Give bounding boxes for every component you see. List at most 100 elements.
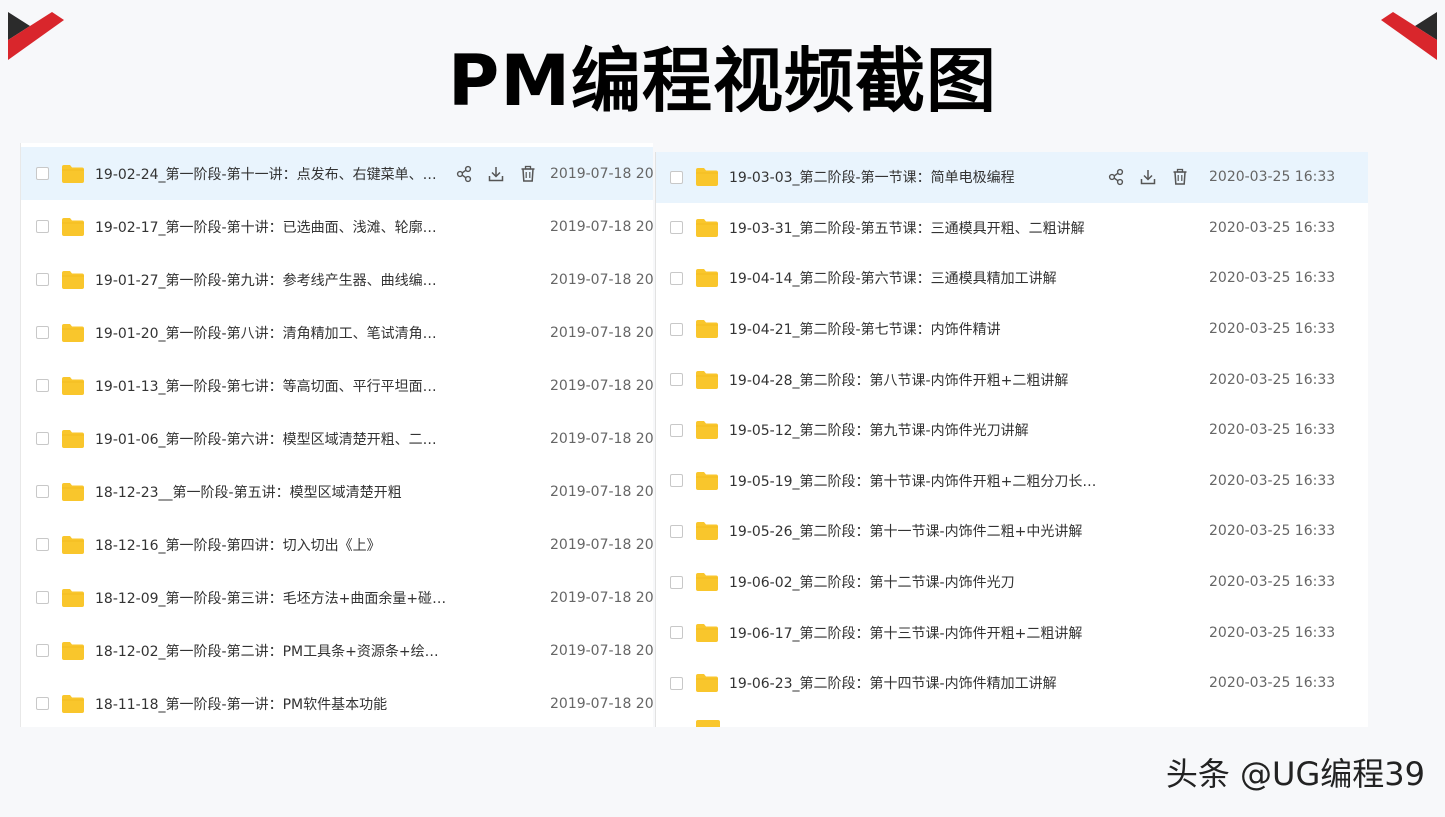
file-date: 2019-07-18 20:3 <box>550 536 653 553</box>
right-file-row[interactable]: 19-06-17_第二阶段：第十三节课-内饰件开粗+二粗讲解 2020-03-25… <box>656 607 1368 658</box>
file-date: 2020-03-25 16:33 <box>1209 169 1336 186</box>
file-name[interactable]: 18-12-09_第一阶段-第三讲：毛坯方法+曲面余量+碰撞+过切检查+刀路… <box>95 588 447 608</box>
trash-icon[interactable] <box>1171 168 1189 186</box>
row-checkbox[interactable] <box>36 644 49 657</box>
row-checkbox[interactable] <box>670 524 683 538</box>
row-checkbox[interactable] <box>670 170 683 184</box>
file-name[interactable]: 19-04-14_第二阶段-第六节课：三通模具精加工讲解 <box>729 268 1099 288</box>
right-file-row[interactable]: 19-05-26_第二阶段：第十一节课-内饰件二粗+中光讲解 2020-03-25… <box>656 506 1368 557</box>
file-name[interactable]: 18-12-16_第一阶段-第四讲：切入切出《上》 <box>95 535 447 555</box>
file-date: 2020-03-25 16:33 <box>1209 574 1336 591</box>
download-icon[interactable] <box>487 165 505 183</box>
row-checkbox[interactable] <box>670 423 683 437</box>
folder-icon <box>695 218 719 238</box>
file-date: 2020-03-25 16:33 <box>1209 371 1336 388</box>
folder-icon <box>695 521 719 541</box>
file-name[interactable]: 19-01-13_第一阶段-第七讲：等高切面、平行平坦面、偏置平坦面、曲面… <box>95 376 447 396</box>
file-name[interactable]: 19-05-26_第二阶段：第十一节课-内饰件二粗+中光讲解 <box>729 521 1099 541</box>
left-file-row[interactable]: 19-02-24_第一阶段-第十一讲：点发布、右键菜单、宏程序… 2019-07-… <box>21 147 653 200</box>
row-checkbox[interactable] <box>36 538 49 551</box>
folder-icon <box>695 268 719 288</box>
file-name[interactable]: 19-06-23_第二阶段：第十四节课-内饰件精加工讲解 <box>729 673 1099 693</box>
left-file-row[interactable]: 18-12-02_第一阶段-第二讲：PM工具条+资源条+绘图区域+状态栏 2019… <box>21 624 653 677</box>
file-name[interactable]: 18-12-02_第一阶段-第二讲：PM工具条+资源条+绘图区域+状态栏 <box>95 641 447 661</box>
folder-icon <box>61 535 85 555</box>
row-checkbox[interactable] <box>670 474 683 488</box>
row-checkbox[interactable] <box>670 676 683 690</box>
folder-icon <box>61 482 85 502</box>
file-name[interactable]: 19-03-03_第二阶段-第一节课：简单电极编程 <box>729 167 1099 187</box>
left-file-row[interactable]: 19-01-06_第一阶段-第六讲：模型区域清楚开粗、二粗之参考刀具路径+… 20… <box>21 412 653 465</box>
file-list-left: 19-02-24_第一阶段-第十一讲：点发布、右键菜单、宏程序… 2019-07-… <box>20 143 653 727</box>
file-name[interactable]: 19-01-20_第一阶段-第八讲：清角精加工、笔试清角精加工、多笔清角精… <box>95 323 447 343</box>
file-date: 2019-07-18 20:3 <box>550 589 653 606</box>
file-name[interactable]: 19-01-06_第一阶段-第六讲：模型区域清楚开粗、二粗之参考刀具路径+… <box>95 429 447 449</box>
row-checkbox[interactable] <box>670 626 683 640</box>
row-actions <box>455 165 537 183</box>
right-file-row[interactable]: 19-03-03_第二阶段-第一节课：简单电极编程 2020-03-25 16:3… <box>656 152 1368 203</box>
file-date: 2020-03-25 16:33 <box>1209 422 1336 439</box>
file-name[interactable]: 19-02-24_第一阶段-第十一讲：点发布、右键菜单、宏程序… <box>95 164 447 184</box>
left-file-row[interactable]: 19-01-27_第一阶段-第九讲：参考线产生器、曲线编辑、毛坯边界、残留… 20… <box>21 253 653 306</box>
file-date: 2020-03-25 16:33 <box>1209 472 1336 489</box>
left-file-row[interactable]: 18-12-23__第一阶段-第五讲：模型区域清楚开粗 2019-07-18 20… <box>21 465 653 518</box>
row-checkbox[interactable] <box>670 271 683 285</box>
file-date: 2020-03-25 16:33 <box>1209 624 1336 641</box>
file-name[interactable]: 19-02-17_第一阶段-第十讲：已选曲面、浅滩、轮廓、无碰撞边界、接触… <box>95 217 447 237</box>
file-name[interactable]: 19-05-12_第二阶段：第九节课-内饰件光刀讲解 <box>729 420 1099 440</box>
file-name[interactable]: 18-11-18_第一阶段-第一讲：PM软件基本功能 <box>95 694 447 714</box>
right-file-row[interactable]: 19-04-21_第二阶段-第七节课：内饰件精讲 2020-03-25 16:33 <box>656 304 1368 355</box>
row-checkbox[interactable] <box>36 220 49 233</box>
file-date: 2020-03-25 16:33 <box>1209 675 1336 692</box>
partial-folder-icon <box>696 720 720 727</box>
folder-icon <box>695 319 719 339</box>
folder-icon <box>61 429 85 449</box>
row-checkbox[interactable] <box>36 697 49 710</box>
row-checkbox[interactable] <box>670 322 683 336</box>
file-date: 2019-07-18 20:3 <box>550 218 653 235</box>
file-date: 2019-07-18 20:3 <box>550 165 653 182</box>
folder-icon <box>695 370 719 390</box>
share-icon[interactable] <box>455 165 473 183</box>
row-checkbox[interactable] <box>36 432 49 445</box>
right-file-row[interactable]: 19-04-28_第二阶段：第八节课-内饰件开粗+二粗讲解 2020-03-25 … <box>656 354 1368 405</box>
download-icon[interactable] <box>1139 168 1157 186</box>
row-checkbox[interactable] <box>36 591 49 604</box>
row-checkbox[interactable] <box>36 273 49 286</box>
left-file-row[interactable]: 19-02-17_第一阶段-第十讲：已选曲面、浅滩、轮廓、无碰撞边界、接触… 20… <box>21 200 653 253</box>
right-file-row[interactable]: 19-05-19_第二阶段：第十节课-内饰件开粗+二粗分刀长方法讲解 2020-0… <box>656 456 1368 507</box>
row-checkbox[interactable] <box>36 379 49 392</box>
file-name[interactable]: 19-06-17_第二阶段：第十三节课-内饰件开粗+二粗讲解 <box>729 623 1099 643</box>
right-file-row[interactable]: 19-04-14_第二阶段-第六节课：三通模具精加工讲解 2020-03-25 1… <box>656 253 1368 304</box>
file-name[interactable]: 19-04-21_第二阶段-第七节课：内饰件精讲 <box>729 319 1099 339</box>
row-checkbox[interactable] <box>670 373 683 387</box>
row-checkbox[interactable] <box>670 575 683 589</box>
share-icon[interactable] <box>1107 168 1125 186</box>
left-file-row[interactable]: 19-01-13_第一阶段-第七讲：等高切面、平行平坦面、偏置平坦面、曲面… 20… <box>21 359 653 412</box>
trash-icon[interactable] <box>519 165 537 183</box>
folder-icon <box>61 270 85 290</box>
left-file-row[interactable]: 18-11-18_第一阶段-第一讲：PM软件基本功能 2019-07-18 20:… <box>21 677 653 727</box>
right-file-row[interactable]: 19-03-31_第二阶段-第五节课：三通模具开粗、二粗讲解 2020-03-25… <box>656 203 1368 254</box>
file-name[interactable]: 19-03-31_第二阶段-第五节课：三通模具开粗、二粗讲解 <box>729 218 1099 238</box>
file-date: 2019-07-18 20:3 <box>550 430 653 447</box>
file-name[interactable]: 19-04-28_第二阶段：第八节课-内饰件开粗+二粗讲解 <box>729 370 1099 390</box>
file-list-left-rows: 19-02-24_第一阶段-第十一讲：点发布、右键菜单、宏程序… 2019-07-… <box>21 143 653 727</box>
row-checkbox[interactable] <box>36 485 49 498</box>
right-file-row[interactable]: 19-06-23_第二阶段：第十四节课-内饰件精加工讲解 2020-03-25 1… <box>656 658 1368 709</box>
file-name[interactable]: 18-12-23__第一阶段-第五讲：模型区域清楚开粗 <box>95 482 447 502</box>
folder-icon <box>695 623 719 643</box>
right-file-row[interactable]: 19-06-02_第二阶段：第十二节课-内饰件光刀 2020-03-25 16:3… <box>656 557 1368 608</box>
folder-icon <box>61 323 85 343</box>
left-file-row[interactable]: 18-12-09_第一阶段-第三讲：毛坯方法+曲面余量+碰撞+过切检查+刀路… 2… <box>21 571 653 624</box>
file-date: 2020-03-25 16:33 <box>1209 523 1336 540</box>
row-checkbox[interactable] <box>36 167 49 180</box>
right-file-row[interactable]: 19-05-12_第二阶段：第九节课-内饰件光刀讲解 2020-03-25 16:… <box>656 405 1368 456</box>
row-checkbox[interactable] <box>36 326 49 339</box>
left-file-row[interactable]: 19-01-20_第一阶段-第八讲：清角精加工、笔试清角精加工、多笔清角精… 20… <box>21 306 653 359</box>
file-name[interactable]: 19-01-27_第一阶段-第九讲：参考线产生器、曲线编辑、毛坯边界、残留… <box>95 270 447 290</box>
file-name[interactable]: 19-06-02_第二阶段：第十二节课-内饰件光刀 <box>729 572 1099 592</box>
file-name[interactable]: 19-05-19_第二阶段：第十节课-内饰件开粗+二粗分刀长方法讲解 <box>729 471 1099 491</box>
row-checkbox[interactable] <box>670 221 683 235</box>
left-file-row[interactable]: 18-12-16_第一阶段-第四讲：切入切出《上》 2019-07-18 20:3 <box>21 518 653 571</box>
